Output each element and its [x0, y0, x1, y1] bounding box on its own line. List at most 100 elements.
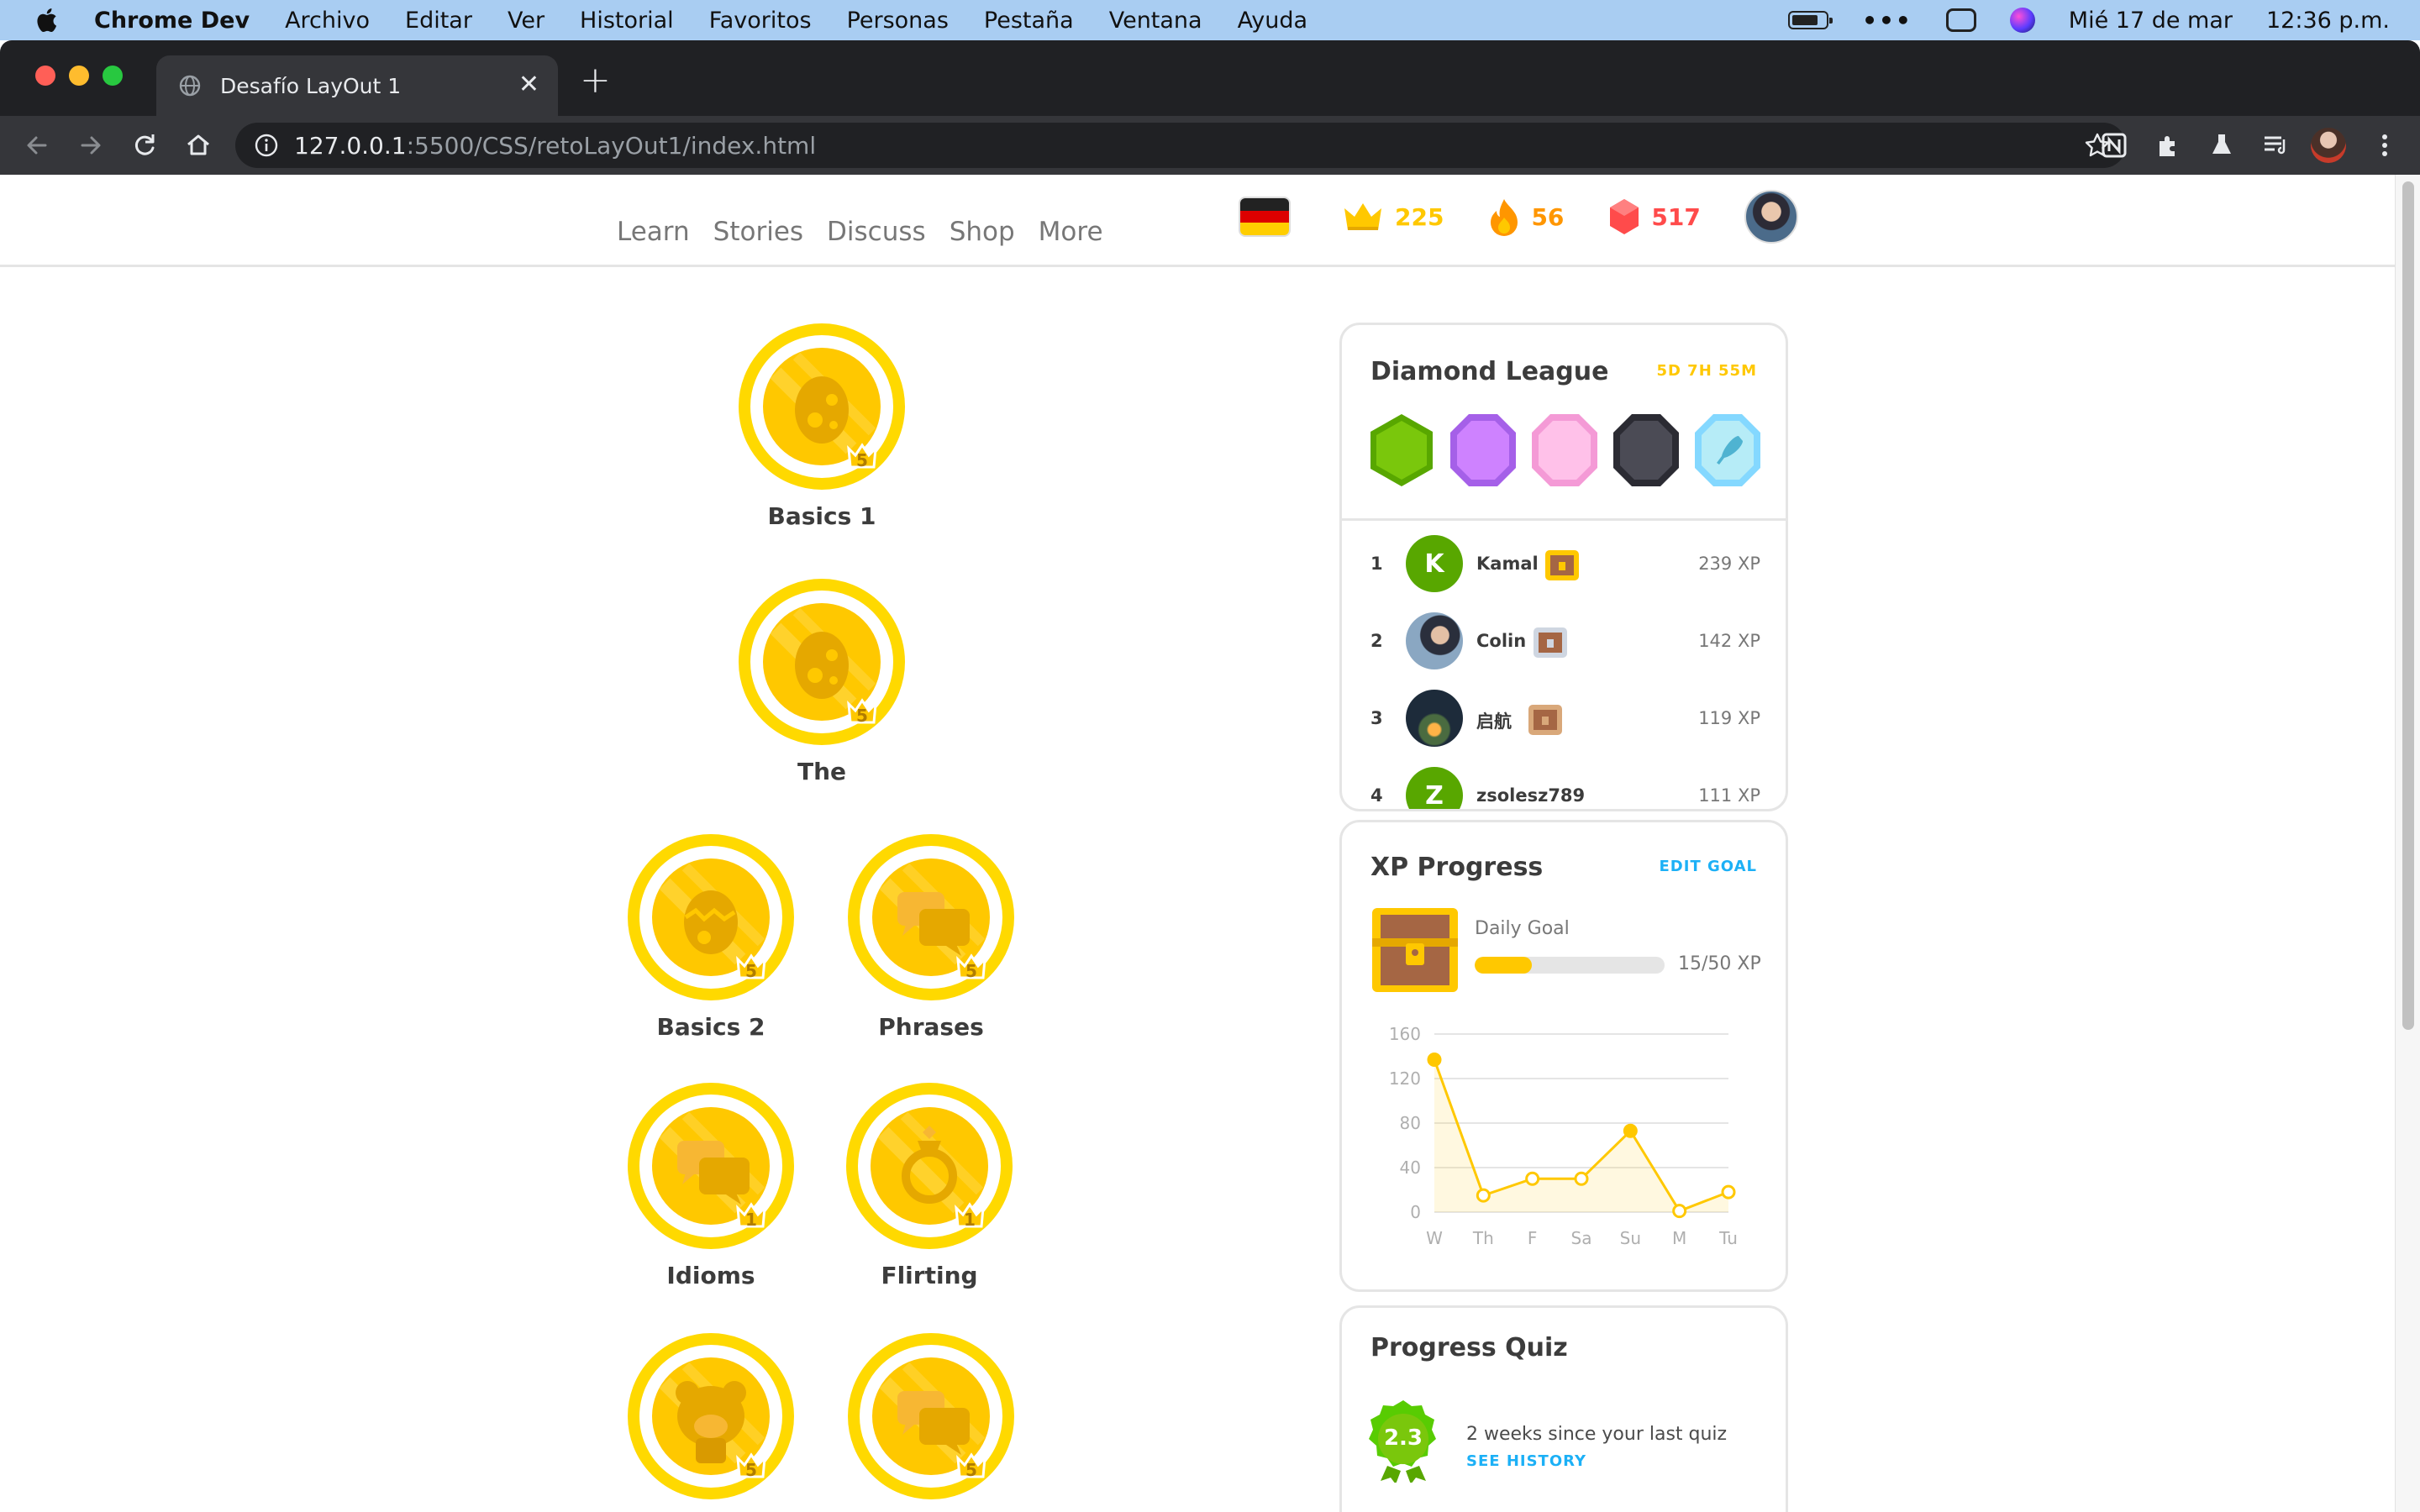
scrollbar-thumb[interactable] — [2402, 181, 2414, 1030]
skill-node[interactable]: 5 The — [729, 578, 914, 785]
leaderboard-row[interactable]: 2 Colin 142 XP — [1342, 606, 1786, 683]
emerald-league-icon[interactable] — [1367, 412, 1436, 488]
back-arrow-icon[interactable] — [22, 130, 52, 160]
skill-progress-ring[interactable]: 5 — [738, 578, 906, 746]
crowns-stat[interactable]: 225 — [1341, 200, 1444, 234]
menu-ayuda[interactable]: Ayuda — [1238, 8, 1307, 34]
skill-name: Idioms — [666, 1262, 755, 1289]
close-window-button[interactable] — [35, 66, 55, 86]
skill-progress-ring[interactable]: 5 — [847, 833, 1015, 1001]
skill-level: 1 — [964, 1210, 976, 1230]
x-tick-label: Su — [1620, 1228, 1641, 1248]
leaderboard-xp: 142 XP — [1698, 631, 1760, 651]
x-tick-label: Sa — [1571, 1228, 1592, 1248]
menubar-date[interactable]: Mié 17 de mar — [2069, 8, 2233, 34]
streak-stat[interactable]: 56 — [1487, 197, 1564, 236]
nav-more[interactable]: More — [1039, 217, 1103, 247]
daily-goal-label: Daily Goal — [1475, 918, 1570, 939]
skill-node[interactable]: 5 Phrases — [839, 833, 1023, 1041]
pearl-league-icon[interactable] — [1530, 412, 1599, 488]
skill-level: 5 — [745, 961, 757, 981]
labs-flask-icon[interactable] — [2207, 130, 2237, 160]
see-history-link[interactable]: SEE HISTORY — [1466, 1452, 1586, 1470]
menu-personas[interactable]: Personas — [847, 8, 949, 34]
diamond-league-icon[interactable] — [1693, 412, 1762, 488]
menu-favoritos[interactable]: Favoritos — [709, 8, 812, 34]
new-tab-button[interactable]: + — [580, 62, 611, 99]
skill-progress-ring[interactable]: 5 — [627, 833, 795, 1001]
close-tab-icon[interactable]: ✕ — [518, 72, 539, 97]
url-host: 127.0.0.1 — [294, 131, 407, 160]
profile-avatar[interactable] — [1744, 190, 1798, 244]
reload-icon[interactable] — [129, 130, 160, 160]
menubar-app-name[interactable]: Chrome Dev — [94, 8, 250, 34]
extensions-puzzle-icon[interactable] — [2153, 130, 2183, 160]
zoom-window-button[interactable] — [103, 66, 123, 86]
address-bar[interactable]: 127.0.0.1:5500/CSS/retoLayOut1/index.htm… — [235, 123, 2126, 168]
gems-count: 517 — [1651, 202, 1701, 231]
skill-node[interactable]: 5 Basics 1 — [729, 323, 914, 530]
info-icon[interactable] — [254, 133, 279, 158]
nav-discuss[interactable]: Discuss — [827, 217, 926, 247]
skill-progress-ring[interactable]: 5 — [847, 1332, 1015, 1500]
amethyst-league-icon[interactable] — [1449, 412, 1518, 488]
more-dots-icon[interactable]: ••• — [1862, 7, 1912, 34]
leaderboard-row[interactable]: 3 启航 119 XP — [1342, 683, 1786, 760]
browser-tab[interactable]: Desafío LayOut 1 ✕ — [156, 55, 558, 116]
home-icon[interactable] — [183, 130, 213, 160]
league-card: Diamond League 5D 7H 55M 1 K Kamal 239 X… — [1339, 323, 1788, 811]
skill-level: 5 — [965, 1460, 977, 1480]
nav-stories[interactable]: Stories — [713, 217, 803, 247]
skill-node[interactable]: 5 — [839, 1332, 1023, 1512]
battery-icon[interactable] — [1788, 11, 1833, 29]
league-divider — [1342, 518, 1786, 521]
leaderboard-avatar: K — [1406, 535, 1463, 592]
menu-historial[interactable]: Historial — [580, 8, 674, 34]
siri-icon[interactable] — [2009, 8, 2035, 33]
crowns-count: 225 — [1395, 202, 1444, 231]
nav-shop[interactable]: Shop — [950, 217, 1015, 247]
chrome-profile-avatar[interactable] — [2311, 128, 2346, 163]
skill-node[interactable]: 1 Flirting — [837, 1082, 1022, 1289]
obsidian-league-icon[interactable] — [1612, 412, 1681, 488]
gems-stat[interactable]: 517 — [1607, 197, 1701, 236]
menu-pestana[interactable]: Pestaña — [984, 8, 1074, 34]
leaderboard-avatar — [1406, 612, 1463, 669]
browser-toolbar: 127.0.0.1:5500/CSS/retoLayOut1/index.htm… — [0, 116, 2420, 175]
x-tick-label: Th — [1472, 1228, 1494, 1248]
minimize-window-button[interactable] — [69, 66, 89, 86]
leaderboard-row[interactable]: 4 Z zsolesz789 111 XP — [1342, 760, 1786, 809]
leaderboard-xp: 239 XP — [1698, 554, 1760, 574]
nav-learn[interactable]: Learn — [617, 217, 690, 247]
page-scrollbar[interactable] — [2395, 175, 2420, 1512]
skill-level: 5 — [856, 706, 868, 726]
skill-progress-ring[interactable]: 1 — [845, 1082, 1013, 1250]
progress-quiz-card: Progress Quiz 2.3 2 weeks since your las… — [1339, 1305, 1788, 1512]
skill-name: The — [797, 758, 847, 785]
forward-arrow-icon[interactable] — [76, 130, 106, 160]
edit-goal-link[interactable]: EDIT GOAL — [1660, 858, 1757, 875]
chart-point — [1721, 1184, 1736, 1200]
menu-ventana[interactable]: Ventana — [1109, 8, 1202, 34]
menu-ver[interactable]: Ver — [508, 8, 544, 34]
skill-name: Basics 1 — [767, 502, 876, 530]
control-center-icon[interactable] — [1945, 8, 1976, 32]
skill-progress-ring[interactable]: 5 — [627, 1332, 795, 1500]
skill-node[interactable]: 1 Idioms — [618, 1082, 803, 1289]
xp-progress-card: XP Progress EDIT GOAL Daily Goal 15/50 X… — [1339, 820, 1788, 1292]
chrome-menu-icon[interactable] — [2370, 130, 2400, 160]
skill-progress-ring[interactable]: 1 — [627, 1082, 795, 1250]
menubar-time[interactable]: 12:36 p.m. — [2266, 8, 2390, 34]
skill-progress-ring[interactable]: 5 — [738, 323, 906, 491]
notion-extension-icon[interactable] — [2099, 130, 2129, 160]
skill-node[interactable]: 5 — [618, 1332, 803, 1512]
skill-node[interactable]: 5 Basics 2 — [618, 833, 803, 1041]
x-tick-label: M — [1672, 1228, 1686, 1248]
menu-editar[interactable]: Editar — [405, 8, 472, 34]
apple-icon[interactable] — [35, 8, 57, 33]
menu-archivo[interactable]: Archivo — [285, 8, 370, 34]
leaderboard-row[interactable]: 1 K Kamal 239 XP — [1342, 528, 1786, 606]
german-flag-icon[interactable] — [1239, 197, 1291, 237]
league-badges — [1367, 412, 1762, 488]
reading-list-icon[interactable] — [2260, 130, 2291, 160]
